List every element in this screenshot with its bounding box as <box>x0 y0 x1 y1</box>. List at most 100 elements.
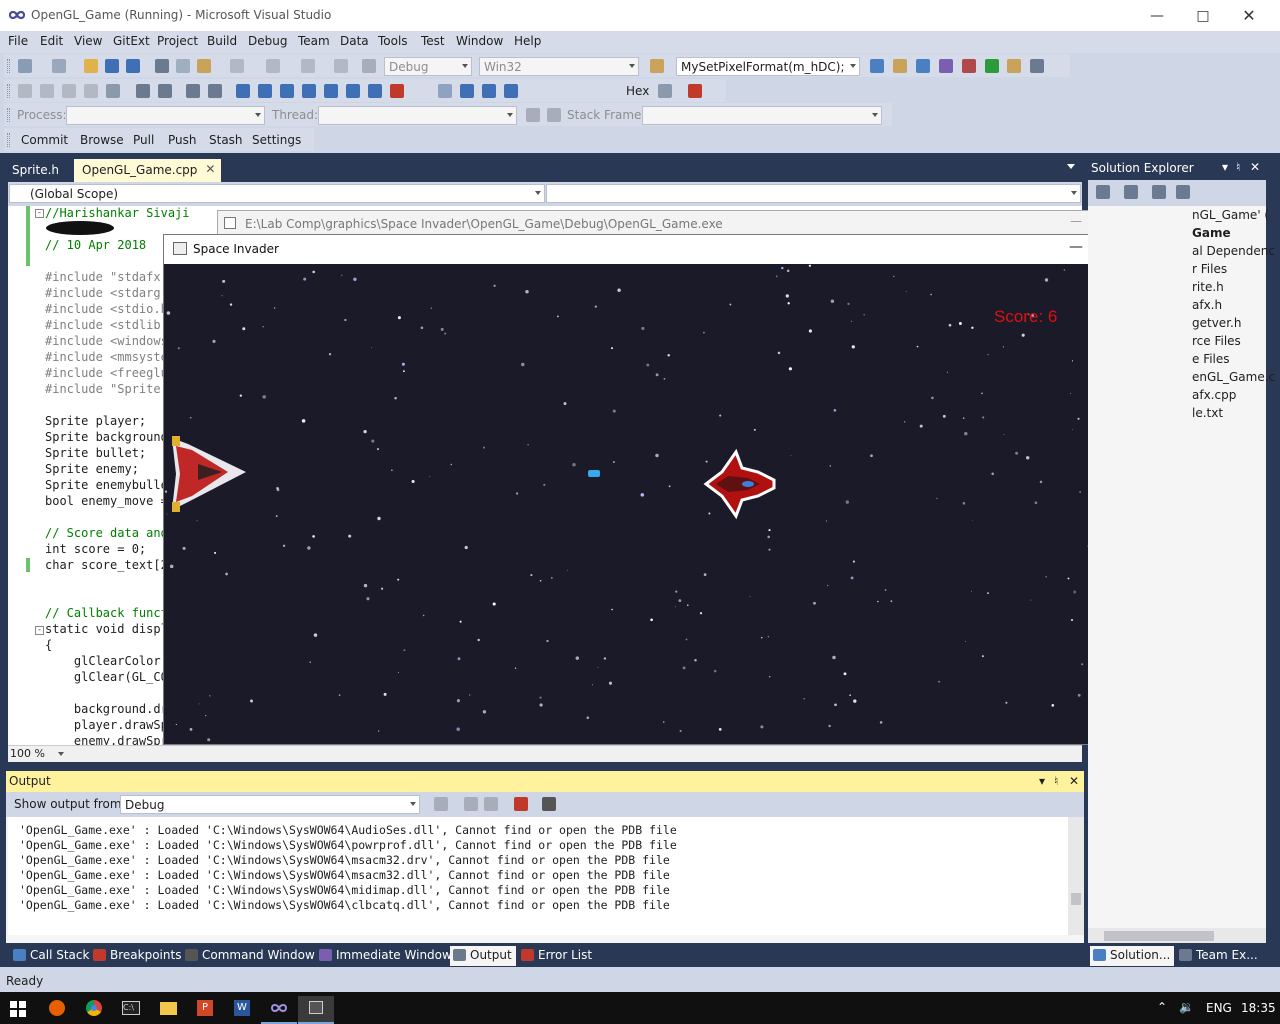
extension-icon[interactable] <box>1007 59 1021 73</box>
flag-threads-icon[interactable] <box>547 108 561 122</box>
cut-icon[interactable] <box>155 59 169 73</box>
menu-file[interactable]: File <box>8 34 28 48</box>
tab-output[interactable]: Output <box>450 946 516 966</box>
start-debugging-icon[interactable] <box>362 59 376 73</box>
previous-bookmark-document-icon[interactable] <box>346 84 360 98</box>
object-browser-icon[interactable] <box>916 59 930 73</box>
close-tab-icon[interactable]: ✕ <box>205 162 215 176</box>
navigate-forward-icon[interactable] <box>334 59 348 73</box>
toggle-flag-icon[interactable] <box>526 108 540 122</box>
properties-icon[interactable] <box>893 59 907 73</box>
menu-debug[interactable]: Debug <box>248 34 287 48</box>
cmd-icon[interactable]: C:\ <box>113 996 149 1024</box>
menu-team[interactable]: Team <box>298 34 330 48</box>
next-bookmark-icon[interactable] <box>280 84 294 98</box>
member-dropdown[interactable] <box>546 184 1081 203</box>
next-message-icon[interactable] <box>484 797 498 811</box>
menu-build[interactable]: Build <box>207 34 237 48</box>
menu-tools[interactable]: Tools <box>378 34 408 48</box>
console-window[interactable]: E:\Lab Comp\graphics\Space Invader\OpenG… <box>217 210 1192 236</box>
panel-menu-icon[interactable]: ▾ <box>1222 160 1228 174</box>
solution-tree-item[interactable]: afx.h <box>1192 298 1222 312</box>
break-all-icon[interactable] <box>460 84 474 98</box>
previous-message-icon[interactable] <box>464 797 478 811</box>
display-object-icon[interactable] <box>18 84 32 98</box>
breakpoint-toolbar-icon[interactable] <box>688 84 702 98</box>
next-bookmark-document-icon[interactable] <box>368 84 382 98</box>
git-pull-button[interactable]: Pull <box>133 133 154 147</box>
visual-studio-icon[interactable] <box>261 996 297 1024</box>
menu-edit[interactable]: Edit <box>40 34 63 48</box>
solution-tree-item[interactable]: al Dependenc <box>1192 244 1275 258</box>
member-list-icon[interactable] <box>40 84 54 98</box>
scope-dropdown[interactable]: (Global Scope) <box>9 184 545 203</box>
redo-icon[interactable] <box>266 59 280 73</box>
tab-overflow-icon[interactable] <box>1067 164 1075 169</box>
tab-opengl-game-cpp[interactable]: OpenGL_Game.cpp ✕ <box>74 159 222 182</box>
save-icon[interactable] <box>105 59 119 73</box>
tools-icon[interactable] <box>962 59 976 73</box>
stack-frame-dropdown[interactable] <box>642 106 882 125</box>
tab-sprite-h[interactable]: Sprite.h <box>4 159 67 182</box>
undo-icon[interactable] <box>230 59 244 73</box>
find-in-files-icon[interactable] <box>650 59 664 73</box>
tab-team-explorer[interactable]: Team Ex... <box>1176 946 1262 966</box>
show-all-files-icon[interactable] <box>1124 185 1138 199</box>
process-dropdown[interactable] <box>66 106 265 125</box>
menu-gitext[interactable]: GitExt <box>113 34 150 48</box>
start-icon[interactable] <box>10 1001 26 1017</box>
panel-menu-icon[interactable]: ▾ <box>1039 774 1045 788</box>
previous-bookmark-icon[interactable] <box>258 84 272 98</box>
new-project-icon[interactable] <box>18 59 32 73</box>
clear-all-icon[interactable] <box>514 797 528 811</box>
view-class-diagram-icon[interactable] <box>1176 185 1190 199</box>
output-text[interactable]: 'OpenGL_Game.exe' : Loaded 'C:\Windows\S… <box>8 817 1068 935</box>
solution-configuration-dropdown[interactable]: Debug <box>384 57 472 76</box>
solution-tree-item[interactable]: e Files <box>1192 352 1230 366</box>
show-hidden-icons-icon[interactable]: ⌃ <box>1157 1000 1167 1014</box>
tab-command-window[interactable]: Command Window <box>182 946 319 966</box>
thread-dropdown[interactable] <box>318 106 517 125</box>
previous-bookmark-folder-icon[interactable] <box>302 84 316 98</box>
tab-call-stack[interactable]: Call Stack <box>10 946 93 966</box>
collapse-icon[interactable]: - <box>35 209 44 218</box>
paste-icon[interactable] <box>197 59 211 73</box>
word-icon[interactable]: W <box>224 996 260 1024</box>
find-combo-input[interactable]: MySetPixelFormat(m_hDC); <box>676 57 860 76</box>
command-window-toolbar-icon[interactable] <box>1030 59 1044 73</box>
find-message-icon[interactable] <box>434 797 448 811</box>
tab-solution-explorer[interactable]: Solution... <box>1090 946 1175 966</box>
menu-project[interactable]: Project <box>157 34 198 48</box>
continue-icon[interactable] <box>438 84 452 98</box>
game-window[interactable]: Space Invader — □ ✕ Score: 6 <box>163 234 1189 745</box>
horizontal-scrollbar[interactable] <box>1088 928 1266 944</box>
open-file-icon[interactable] <box>84 59 98 73</box>
menu-view[interactable]: View <box>74 34 102 48</box>
solution-tree-item[interactable]: rite.h <box>1192 280 1224 294</box>
pin-icon[interactable]: ♮ <box>1054 774 1058 788</box>
powerpoint-icon[interactable]: P <box>187 996 223 1024</box>
file-explorer-icon[interactable] <box>150 996 186 1024</box>
solution-tree-item[interactable]: Game <box>1192 226 1231 240</box>
toolbar-grip[interactable] <box>7 108 10 122</box>
game-canvas[interactable]: Score: 6 <box>164 264 1188 744</box>
output-source-dropdown[interactable]: Debug <box>120 795 420 814</box>
menu-data[interactable]: Data <box>340 34 369 48</box>
comment-out-icon[interactable] <box>186 84 200 98</box>
solution-tree-item[interactable]: le.txt <box>1192 406 1223 420</box>
solution-tree-item[interactable]: r Files <box>1192 262 1227 276</box>
uncomment-icon[interactable] <box>208 84 222 98</box>
close-button[interactable]: ✕ <box>1226 0 1272 31</box>
tab-immediate-window[interactable]: Immediate Window <box>316 946 456 966</box>
clock[interactable]: 18:35 <box>1241 1001 1276 1015</box>
input-language[interactable]: ENG <box>1206 1001 1232 1015</box>
toolbar-grip[interactable] <box>7 133 10 147</box>
firefox-icon[interactable] <box>39 996 75 1024</box>
solution-tree-item[interactable]: afx.cpp <box>1192 388 1236 402</box>
solution-tree-item[interactable]: getver.h <box>1192 316 1241 330</box>
opengl-game-icon[interactable] <box>298 996 334 1024</box>
close-panel-icon[interactable]: ✕ <box>1069 774 1079 788</box>
git-browse-button[interactable]: Browse <box>80 133 124 147</box>
game-minimize-button[interactable]: — <box>1069 239 1083 255</box>
chrome-icon[interactable] <box>76 996 112 1024</box>
